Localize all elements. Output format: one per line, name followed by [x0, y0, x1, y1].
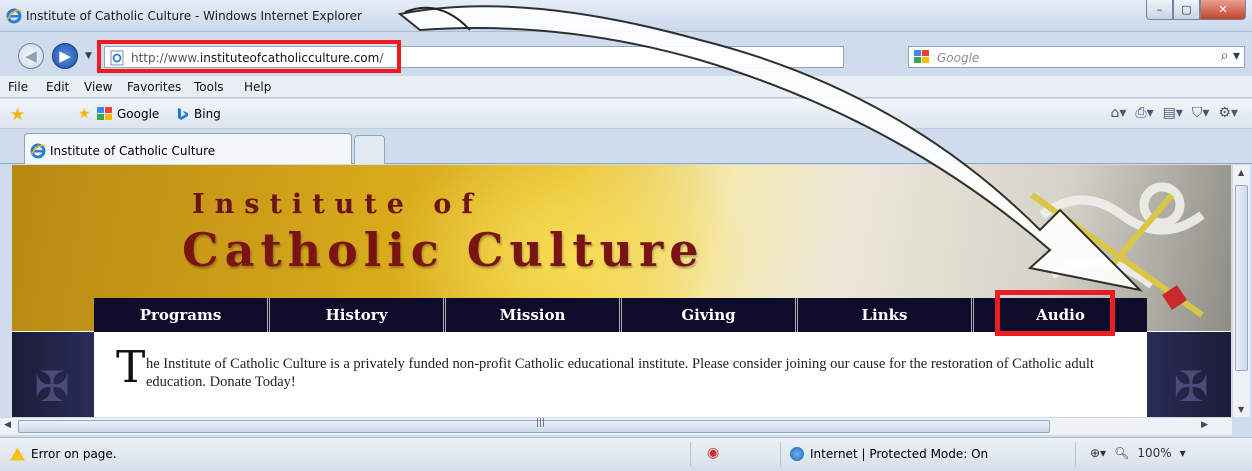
search-icon[interactable]: ⌕ ▾: [1221, 48, 1240, 64]
site-title-line1: Institute of: [192, 189, 483, 220]
zoom-control[interactable]: ⊕▾ 🔍︎ 100% ▾: [1090, 446, 1186, 460]
search-box[interactable]: Google ⌕ ▾: [908, 46, 1245, 68]
nav-giving[interactable]: Giving: [622, 298, 798, 332]
scroll-left-arrow[interactable]: ◀: [4, 420, 11, 430]
tab-institute[interactable]: Institute of Catholic Culture: [24, 133, 352, 164]
safety-icon[interactable]: ⛉▾: [1192, 105, 1210, 121]
window-title: Institute of Catholic Culture - Windows …: [26, 9, 362, 23]
status-bar: Error on page. ◉ Internet | Protected Mo…: [0, 437, 1252, 471]
security-zone[interactable]: Internet | Protected Mode: On: [790, 447, 988, 461]
menu-tools[interactable]: Tools: [194, 80, 224, 94]
side-panel-right: ✠: [1147, 332, 1231, 417]
papal-emblem-icon: ✠: [1173, 362, 1209, 411]
ie-icon: [6, 8, 22, 24]
site-title-line2: Catholic Culture: [182, 223, 705, 277]
print-icon[interactable]: ⎙▾: [1135, 105, 1153, 121]
menu-file[interactable]: File: [8, 80, 28, 94]
intro-dropcap: T: [116, 342, 146, 393]
warning-icon: [10, 447, 25, 461]
scroll-grip: |||: [536, 418, 546, 428]
intro-text: he Institute of Catholic Culture is a pr…: [146, 356, 1094, 390]
favorites-star-icon[interactable]: ★: [10, 105, 25, 125]
side-panel-left: ✠: [12, 332, 94, 417]
tab-row: Institute of Catholic Culture: [0, 130, 1252, 164]
menu-view[interactable]: View: [84, 80, 112, 94]
google-icon: [914, 50, 929, 63]
page-error-indicator[interactable]: Error on page.: [10, 447, 117, 461]
status-message: Error on page.: [31, 447, 117, 461]
favorite-google-link[interactable]: Google: [97, 107, 159, 121]
papal-emblem-icon: ✠: [34, 362, 70, 411]
zoom-icon: 🔍︎: [1114, 446, 1130, 460]
vertical-scrollbar[interactable]: ▲ ▼: [1232, 165, 1250, 417]
zoom-dropdown-icon[interactable]: ▾: [1180, 446, 1186, 460]
globe-icon: [790, 447, 804, 461]
maximize-button[interactable]: ▢: [1173, 0, 1200, 20]
google-icon: [97, 107, 112, 120]
page-menu-icon[interactable]: ▤▾: [1163, 105, 1183, 121]
nav-history[interactable]: History: [270, 298, 446, 332]
nav-programs[interactable]: Programs: [94, 298, 270, 332]
intro-section: T he Institute of Catholic Culture is a …: [94, 332, 1147, 417]
favorite-bing-link[interactable]: Bing: [176, 107, 221, 121]
zone-label: Internet | Protected Mode: On: [810, 447, 989, 461]
favorites-bar: ★ ★ Google Bing ⌂▾ ⎙▾ ▤▾ ⛉▾ ⚙▾: [0, 99, 1252, 129]
scroll-down-arrow[interactable]: ▼: [1238, 405, 1244, 414]
tools-gear-icon[interactable]: ⚙▾: [1218, 105, 1238, 121]
horizontal-scrollbar[interactable]: ◀ ||| ▶: [0, 417, 1232, 435]
minimize-button[interactable]: –: [1146, 0, 1173, 20]
scroll-up-arrow[interactable]: ▲: [1238, 168, 1244, 177]
nav-mission[interactable]: Mission: [446, 298, 622, 332]
horizontal-scroll-thumb[interactable]: [18, 420, 1050, 433]
scroll-right-arrow[interactable]: ▶: [1201, 420, 1208, 430]
favorite-google-label: Google: [117, 107, 160, 121]
protected-mode-icon[interactable]: ⊕▾: [1090, 446, 1106, 460]
zoom-level: 100%: [1137, 446, 1172, 460]
menu-edit[interactable]: Edit: [46, 80, 69, 94]
home-icon[interactable]: ⌂▾: [1110, 105, 1126, 121]
menu-bar: File Edit View Favorites Tools Help: [0, 76, 1252, 98]
audio-highlight-box: [995, 290, 1115, 336]
bing-icon: [178, 108, 188, 120]
nav-links[interactable]: Links: [798, 298, 974, 332]
recent-pages-dropdown[interactable]: ▼: [85, 51, 92, 61]
command-bar: ⌂▾ ⎙▾ ▤▾ ⛉▾ ⚙▾: [1110, 105, 1238, 121]
search-placeholder: Google: [937, 51, 980, 65]
close-button[interactable]: ✕: [1200, 0, 1246, 20]
site-nav-bar: Programs History Mission Giving Links Au…: [94, 298, 1147, 332]
back-arrow-icon[interactable]: ◀: [18, 43, 44, 69]
add-favorites-icon[interactable]: ★: [78, 106, 91, 122]
privacy-icon[interactable]: ◉: [707, 445, 719, 461]
tab-label: Institute of Catholic Culture: [50, 144, 216, 158]
new-tab-button[interactable]: [354, 135, 385, 164]
menu-favorites[interactable]: Favorites: [127, 80, 181, 94]
window-titlebar: Institute of Catholic Culture - Windows …: [0, 0, 1252, 32]
url-highlight-box: [97, 40, 401, 73]
forward-arrow-icon[interactable]: ▶: [52, 43, 78, 69]
menu-help[interactable]: Help: [244, 80, 271, 94]
ie-icon: [30, 143, 46, 159]
favorite-bing-label: Bing: [194, 107, 221, 121]
vertical-scroll-thumb[interactable]: [1235, 185, 1248, 371]
